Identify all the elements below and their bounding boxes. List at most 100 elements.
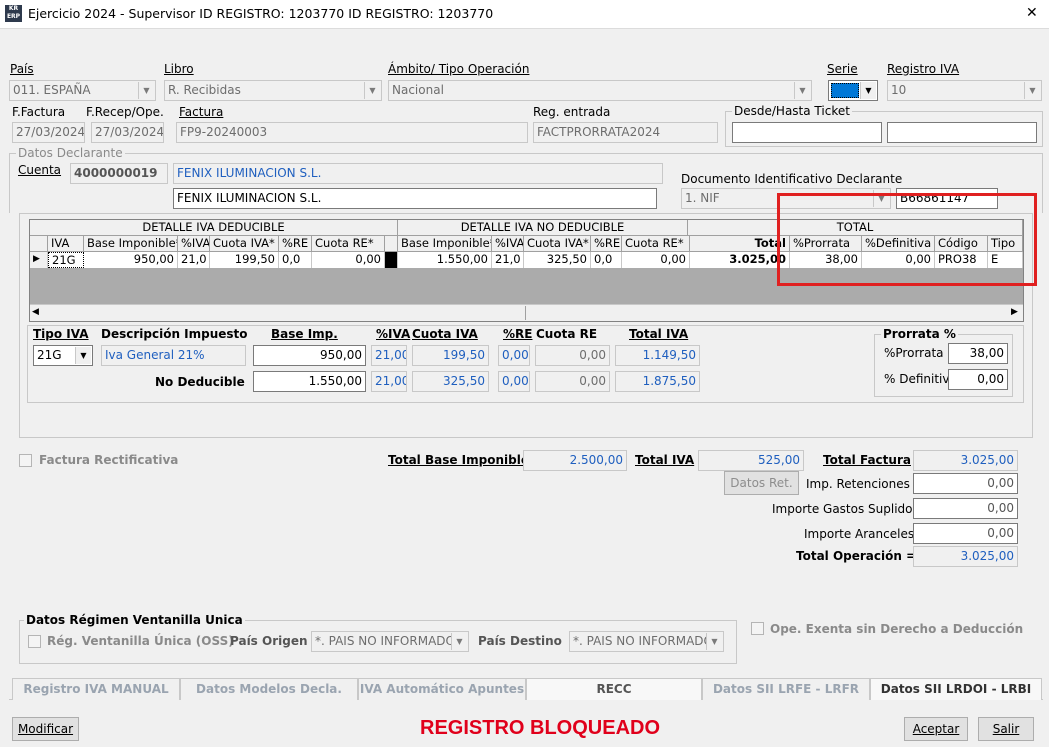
nd-pre-field: 0,00 bbox=[498, 371, 530, 392]
piva-label: %IVA bbox=[376, 327, 411, 341]
pais-label: País bbox=[10, 62, 34, 76]
grid-cell[interactable]: 199,50 bbox=[210, 252, 279, 268]
datos-ret-button[interactable]: Datos Ret. bbox=[724, 471, 799, 495]
grid-cell[interactable]: 950,00 bbox=[84, 252, 178, 268]
d-piva-field: 21,00 bbox=[371, 345, 407, 366]
grid-header: IVA bbox=[48, 236, 84, 252]
nd-label: No Deducible bbox=[155, 375, 245, 389]
desc-field: Iva General 21% bbox=[101, 345, 246, 366]
scroll-right-icon[interactable]: ▶ bbox=[1011, 307, 1018, 317]
grid-hscrollbar[interactable]: ◀ ▶ bbox=[30, 304, 1023, 321]
libro-select[interactable]: R. Recibidas ▼ bbox=[164, 80, 382, 101]
frecep-label: F.Recep/Ope. bbox=[86, 105, 164, 119]
d-base-field[interactable]: 950,00 bbox=[253, 345, 366, 366]
chevron-down-icon: ▼ bbox=[1024, 82, 1040, 99]
desc-label: Descripción Impuesto bbox=[101, 327, 248, 341]
declarante-legend: Datos Declarante bbox=[16, 146, 125, 160]
grid-cell[interactable]: 0,00 bbox=[312, 252, 385, 268]
total-iva-label: Total IVA bbox=[629, 327, 689, 341]
prorrata-field[interactable]: 38,00 bbox=[948, 343, 1008, 364]
oss-origen-select[interactable]: *. PAIS NO INFORMADO ▼ bbox=[311, 631, 469, 652]
tiva-field: 525,00 bbox=[698, 450, 804, 471]
oss-reg-label: Rég. Ventanilla Única (OSS) bbox=[47, 634, 234, 648]
tbase-label: Total Base Imponible bbox=[388, 453, 529, 467]
gastos-label: Importe Gastos Suplidos + bbox=[772, 502, 933, 516]
cuotare-label: Cuota RE bbox=[536, 327, 598, 341]
grid-cell[interactable]: 0,0 bbox=[591, 252, 622, 268]
d-cuota-field: 199,50 bbox=[412, 345, 489, 366]
modificar-button[interactable]: Modificar bbox=[12, 717, 79, 741]
toper-label: Total Operación = bbox=[796, 549, 917, 563]
status-label: REGISTRO BLOQUEADO bbox=[420, 717, 661, 739]
grid-header: Base Imponible* bbox=[398, 236, 492, 252]
window-title: Ejercicio 2024 - Supervisor ID REGISTRO:… bbox=[28, 6, 494, 21]
tab-datos-modelos[interactable]: Datos Modelos Decla. bbox=[180, 678, 358, 700]
serie-select[interactable]: ▼ bbox=[828, 80, 878, 101]
grid-cell[interactable]: 21,0 bbox=[178, 252, 210, 268]
grid-header: Cuota RE* bbox=[312, 236, 385, 252]
grid-header: Cuota IVA* bbox=[210, 236, 279, 252]
tab-registro-iva-manual[interactable]: Registro IVA MANUAL bbox=[12, 678, 180, 700]
regentrada-field[interactable]: FACTPRORRATA2024 bbox=[533, 122, 718, 143]
factura-field[interactable]: FP9-20240003 bbox=[176, 122, 528, 143]
definitiva-field[interactable]: 0,00 bbox=[948, 369, 1008, 390]
grid-header: %RE bbox=[591, 236, 622, 252]
ambito-select[interactable]: Nacional ▼ bbox=[388, 80, 812, 101]
salir-button[interactable]: Salir bbox=[978, 717, 1034, 741]
tab-sii-lrfe[interactable]: Datos SII LRFE - LRFR bbox=[702, 678, 870, 700]
oss-legend: Datos Régimen Ventanilla Unica bbox=[24, 613, 245, 627]
tfactura-field: 3.025,00 bbox=[913, 450, 1018, 471]
exenta-checkbox[interactable] bbox=[751, 622, 764, 635]
grid-cell[interactable]: 21G bbox=[48, 252, 84, 268]
nd-base-field[interactable]: 1.550,00 bbox=[253, 371, 366, 392]
oss-origen-label: País Origen bbox=[230, 634, 308, 648]
tab-iva-automatico[interactable]: IVA Automático Apuntes bbox=[358, 678, 526, 700]
grid-cell[interactable]: 21,0 bbox=[492, 252, 524, 268]
tipo-iva-select[interactable]: 21G ▼ bbox=[33, 345, 93, 366]
ret-field[interactable]: 0,00 bbox=[913, 473, 1018, 494]
aceptar-button[interactable]: Aceptar bbox=[904, 717, 968, 741]
ticket-desde-field[interactable] bbox=[732, 122, 882, 143]
cuenta-field[interactable]: 4000000019 bbox=[70, 163, 168, 184]
grid-cell[interactable]: 325,50 bbox=[524, 252, 591, 268]
registro-select[interactable]: 10 ▼ bbox=[887, 80, 1042, 101]
registro-label: Registro IVA bbox=[887, 62, 960, 76]
scroll-left-icon[interactable]: ◀ bbox=[32, 307, 39, 317]
grid-separator bbox=[385, 252, 398, 268]
pais-select[interactable]: 011. ESPAÑA ▼ bbox=[9, 80, 156, 101]
pre-label: %RE bbox=[503, 327, 533, 341]
chevron-down-icon: ▼ bbox=[138, 82, 154, 99]
ambito-label: Ámbito/ Tipo Operación bbox=[388, 62, 530, 76]
frecep-field[interactable]: 27/03/2024 bbox=[91, 122, 164, 143]
nd-cuota-field: 325,50 bbox=[412, 371, 489, 392]
nd-total-field: 1.875,50 bbox=[615, 371, 700, 392]
oss-checkbox[interactable] bbox=[28, 635, 41, 648]
cuenta-name-field: FENIX ILUMINACION S.L. bbox=[173, 163, 663, 184]
grid-cell[interactable]: 0,0 bbox=[279, 252, 312, 268]
ret-label: Imp. Retenciones + bbox=[806, 477, 924, 491]
rectificativa-checkbox[interactable] bbox=[19, 454, 32, 467]
regentrada-label: Reg. entrada bbox=[533, 105, 611, 119]
grid-cell[interactable]: 1.550,00 bbox=[398, 252, 492, 268]
chevron-down-icon: ▼ bbox=[860, 82, 876, 99]
close-icon[interactable]: ✕ bbox=[1026, 5, 1038, 21]
grid-header: Cuota IVA* bbox=[524, 236, 591, 252]
grid-cell[interactable]: 0,00 bbox=[622, 252, 690, 268]
grid-header: %IVA bbox=[492, 236, 524, 252]
ticket-legend: Desde/Hasta Ticket bbox=[732, 104, 852, 118]
aranceles-field[interactable]: 0,00 bbox=[913, 523, 1018, 544]
ticket-hasta-field[interactable] bbox=[887, 122, 1037, 143]
libro-label: Libro bbox=[164, 62, 194, 76]
ffactura-label: F.Factura bbox=[12, 105, 66, 119]
serie-color-swatch bbox=[831, 83, 859, 98]
row-pointer-icon[interactable]: ▶ bbox=[30, 252, 48, 268]
gastos-field[interactable]: 0,00 bbox=[913, 498, 1018, 519]
tab-recc[interactable]: RECC bbox=[526, 678, 702, 700]
oss-destino-select[interactable]: *. PAIS NO INFORMADO ▼ bbox=[569, 631, 724, 652]
chevron-down-icon: ▼ bbox=[75, 347, 91, 364]
ffactura-field[interactable]: 27/03/2024 bbox=[12, 122, 85, 143]
grid-cell[interactable]: 3.025,00 bbox=[690, 252, 790, 268]
tab-sii-lrdoi[interactable]: Datos SII LRDOI - LRBI bbox=[870, 678, 1042, 700]
cuenta-name2-field[interactable]: FENIX ILUMINACION S.L. bbox=[173, 188, 657, 209]
scroll-thumb[interactable] bbox=[48, 306, 526, 320]
